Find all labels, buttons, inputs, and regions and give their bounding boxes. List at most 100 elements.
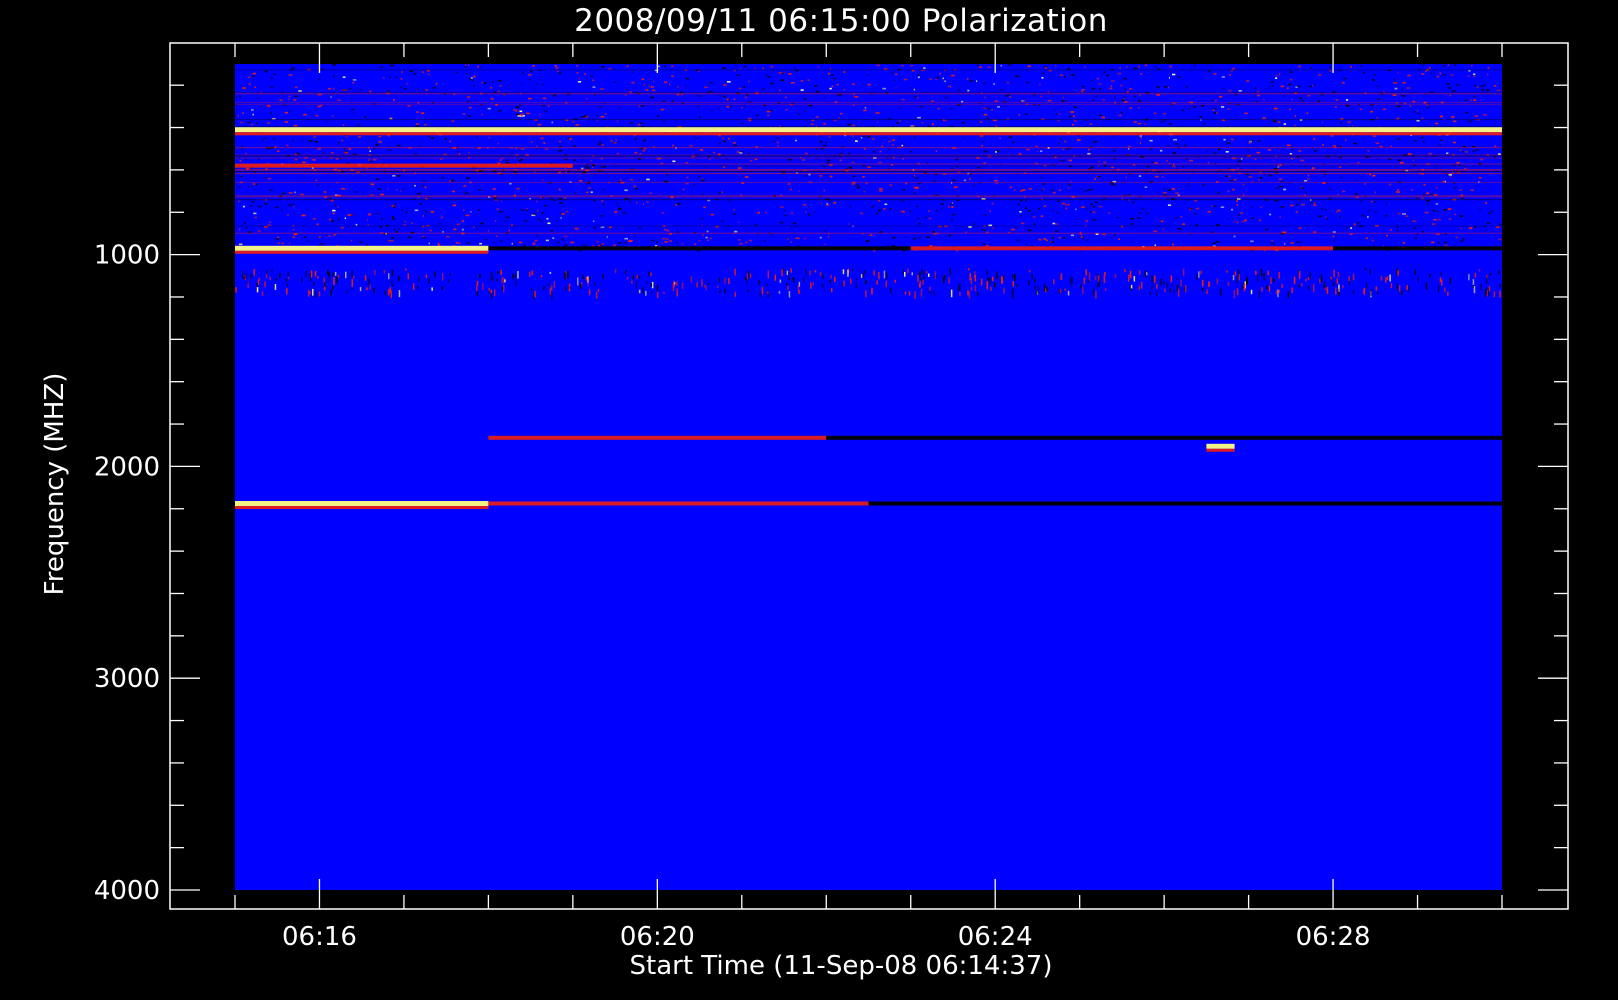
noise-speck xyxy=(884,203,888,206)
noise-speck xyxy=(829,87,832,90)
noise-speck xyxy=(1079,233,1083,236)
noise-speck xyxy=(1313,138,1316,140)
noise-speck xyxy=(1015,75,1019,78)
noise-speck xyxy=(1460,239,1464,242)
noise-speck xyxy=(817,65,820,68)
noise-speck xyxy=(997,106,1000,108)
noise-speck xyxy=(279,99,283,101)
noise-speck xyxy=(733,98,736,101)
noise-speck xyxy=(1464,99,1468,102)
noise-speck xyxy=(574,227,579,230)
speckle-mark xyxy=(1236,276,1238,284)
noise-speck xyxy=(1064,140,1067,143)
noise-speck xyxy=(1370,200,1374,203)
noise-speck xyxy=(375,144,379,146)
noise-speck xyxy=(478,189,482,191)
speckle-mark xyxy=(549,287,552,295)
noise-speck xyxy=(1272,243,1276,246)
noise-speck xyxy=(635,235,636,238)
noise-speck xyxy=(838,117,840,120)
noise-speck xyxy=(739,68,741,70)
noise-stripe xyxy=(235,232,1502,234)
noise-speck xyxy=(1376,158,1379,161)
noise-speck xyxy=(574,192,576,194)
noise-speck xyxy=(353,112,355,115)
noise-speck xyxy=(397,175,401,177)
noise-speck xyxy=(599,166,602,168)
noise-speck xyxy=(239,121,244,124)
noise-speck xyxy=(1154,162,1158,164)
speckle-mark xyxy=(704,284,706,288)
speckle-mark xyxy=(626,277,629,280)
noise-speck xyxy=(1321,121,1323,123)
speckle-mark xyxy=(1175,277,1178,280)
noise-speck xyxy=(390,64,394,67)
noise-speck xyxy=(863,190,866,193)
noise-speck xyxy=(1025,243,1028,245)
noise-speck xyxy=(1026,148,1030,151)
noise-speck xyxy=(1153,66,1157,68)
speckle-mark xyxy=(631,280,633,284)
speckle-mark xyxy=(810,282,812,289)
speckle-mark xyxy=(330,289,332,297)
noise-speck xyxy=(1459,149,1462,152)
noise-speck xyxy=(1391,237,1393,240)
noise-speck xyxy=(1221,76,1225,78)
speckle-mark xyxy=(1208,281,1210,288)
speckle-mark xyxy=(1337,289,1340,296)
noise-speck xyxy=(637,123,641,126)
noise-speck xyxy=(819,236,822,239)
speckle-mark xyxy=(328,272,330,278)
noise-speck xyxy=(852,135,854,137)
noise-speck xyxy=(699,95,702,97)
noise-speck xyxy=(1251,217,1254,219)
noise-speck xyxy=(839,152,843,155)
noise-speck xyxy=(649,192,652,194)
noise-speck xyxy=(327,87,331,90)
noise-speck xyxy=(1479,209,1482,211)
noise-speck xyxy=(1423,184,1426,186)
noise-speck xyxy=(643,84,645,86)
noise-speck xyxy=(312,218,317,220)
noise-speck xyxy=(1215,99,1217,102)
speckle-mark xyxy=(1486,274,1488,279)
noise-speck xyxy=(908,202,910,205)
noise-speck xyxy=(1437,218,1442,221)
noise-speck xyxy=(620,179,622,182)
noise-speck xyxy=(1270,81,1275,83)
noise-speck xyxy=(1498,238,1502,241)
emission-line xyxy=(488,501,869,506)
speckle-mark xyxy=(308,289,310,297)
noise-speck xyxy=(1368,209,1370,212)
noise-speck xyxy=(952,179,956,182)
noise-speck xyxy=(713,151,715,154)
noise-speck xyxy=(238,186,241,188)
noise-speck xyxy=(1343,77,1347,80)
noise-speck xyxy=(1416,197,1419,199)
noise-speck xyxy=(1436,186,1438,189)
noise-speck xyxy=(919,105,924,108)
speckle-mark xyxy=(500,269,502,275)
noise-speck xyxy=(424,210,429,213)
noise-speck xyxy=(705,236,708,239)
noise-speck xyxy=(819,140,823,143)
noise-speck xyxy=(1019,211,1022,213)
noise-speck xyxy=(1064,76,1066,78)
noise-speck xyxy=(1054,230,1058,232)
speckle-mark xyxy=(1094,276,1097,281)
noise-speck xyxy=(684,85,687,87)
speckle-mark xyxy=(728,277,730,285)
speckle-mark xyxy=(761,286,764,295)
noise-speck xyxy=(1402,242,1405,244)
noise-speck xyxy=(913,88,916,91)
noise-speck xyxy=(1431,241,1435,244)
noise-speck xyxy=(307,240,309,242)
noise-speck xyxy=(1435,203,1439,205)
noise-speck xyxy=(1223,138,1226,141)
speckle-mark xyxy=(405,268,407,271)
speckle-mark xyxy=(1151,283,1153,290)
noise-speck xyxy=(1103,197,1106,199)
speckle-mark xyxy=(645,280,648,284)
speckle-mark xyxy=(1312,284,1315,293)
noise-speck xyxy=(1123,97,1125,100)
